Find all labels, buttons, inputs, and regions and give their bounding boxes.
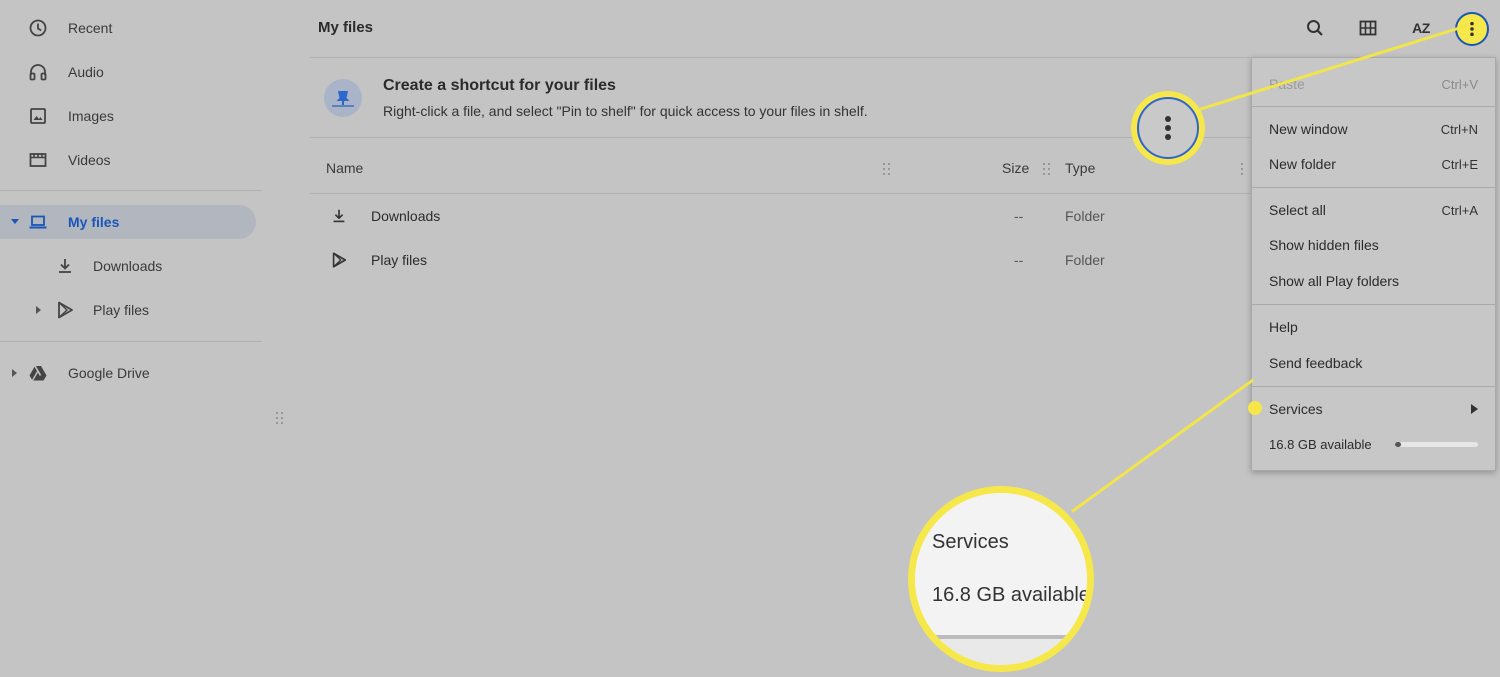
expand-arrow-icon[interactable]: [36, 306, 41, 314]
storage-bar: [1395, 441, 1478, 447]
page-title: My files: [318, 19, 374, 36]
file-type: Folder: [1065, 252, 1105, 268]
sort-az-icon: AZ: [1412, 20, 1430, 36]
header-divider: [310, 57, 1250, 58]
sidebar-item-label: Play files: [93, 302, 150, 318]
sidebar-item-videos[interactable]: Videos: [28, 142, 248, 178]
sidebar-item-images[interactable]: Images: [28, 98, 248, 134]
column-resize-handle[interactable]: [1241, 163, 1249, 175]
callout-dot: [1248, 401, 1262, 415]
menu-item-send-feedback[interactable]: Send feedback: [1269, 353, 1478, 373]
column-resize-handle[interactable]: [883, 163, 891, 175]
zoom-storage-label: 16.8 GB available: [932, 584, 1090, 606]
column-header-size[interactable]: Size: [1002, 160, 1029, 176]
search-button[interactable]: [1302, 15, 1328, 41]
grid-icon: [1359, 20, 1377, 36]
table-row[interactable]: Play files -- Folder: [318, 244, 1250, 278]
column-header-type[interactable]: Type: [1065, 160, 1095, 176]
sidebar-item-google-drive[interactable]: Google Drive: [28, 355, 248, 391]
zoom-callout: Services 16.8 GB available: [908, 486, 1094, 672]
menu-item-show-hidden-files[interactable]: Show hidden files: [1269, 235, 1478, 255]
banner-divider: [310, 137, 1250, 138]
column-header-name[interactable]: Name: [326, 160, 363, 176]
file-size: --: [1014, 208, 1024, 224]
sidebar-item-downloads[interactable]: Downloads: [55, 248, 255, 284]
more-vert-icon: [1470, 21, 1474, 37]
table-header-divider: [310, 193, 1250, 194]
more-vert-icon: [1165, 116, 1171, 140]
headphones-icon: [28, 62, 48, 82]
file-name: Play files: [371, 252, 428, 268]
pin-shelf-icon: [332, 91, 354, 107]
zoom-services-label: Services: [932, 531, 1009, 553]
sidebar-item-label: Google Drive: [68, 365, 150, 381]
expand-arrow-icon[interactable]: [12, 369, 17, 377]
more-options-menu: Paste Ctrl+V New window Ctrl+N New folde…: [1251, 57, 1496, 471]
laptop-icon: [28, 212, 48, 232]
menu-item-show-play-folders[interactable]: Show all Play folders: [1269, 271, 1478, 291]
menu-item-services[interactable]: Services: [1269, 399, 1478, 419]
sidebar-divider: [0, 190, 262, 191]
sidebar-item-label: Videos: [68, 152, 111, 168]
sidebar-item-audio[interactable]: Audio: [28, 54, 248, 90]
sidebar-item-label: Recent: [68, 20, 113, 36]
sidebar-item-label: Audio: [68, 64, 104, 80]
sidebar-divider: [0, 341, 262, 342]
download-icon: [55, 256, 75, 276]
menu-item-new-window[interactable]: New window Ctrl+N: [1269, 119, 1478, 139]
sidebar-item-recent[interactable]: Recent: [28, 10, 248, 46]
menu-item-select-all[interactable]: Select all Ctrl+A: [1269, 200, 1478, 220]
file-type: Folder: [1065, 208, 1105, 224]
drive-icon: [28, 363, 48, 383]
sidebar-item-label: My files: [68, 214, 120, 230]
expand-arrow-icon[interactable]: [11, 219, 19, 224]
film-icon: [28, 150, 48, 170]
file-name: Downloads: [371, 208, 441, 224]
menu-separator: [1252, 386, 1495, 387]
submenu-arrow-icon: [1471, 404, 1478, 414]
download-icon: [333, 209, 345, 223]
menu-separator: [1252, 187, 1495, 188]
menu-separator: [1252, 304, 1495, 305]
image-icon: [28, 106, 48, 126]
callout-line: [1071, 378, 1255, 513]
banner-subtitle: Right-click a file, and select "Pin to s…: [383, 103, 868, 119]
menu-separator: [1252, 106, 1495, 107]
play-store-icon: [55, 300, 75, 320]
sidebar-item-label: Downloads: [93, 258, 163, 274]
clock-icon: [28, 18, 48, 38]
sidebar-item-label: Images: [68, 108, 114, 124]
search-icon: [1307, 20, 1323, 36]
table-row[interactable]: Downloads -- Folder: [318, 200, 1250, 234]
menu-item-help[interactable]: Help: [1269, 317, 1478, 337]
zoom-more-button: [1137, 97, 1199, 159]
callout-ring: [1131, 91, 1205, 165]
banner-title: Create a shortcut for your files: [383, 77, 616, 94]
file-size: --: [1014, 252, 1024, 268]
storage-info: 16.8 GB available: [1269, 434, 1478, 454]
storage-bar-fill: [1395, 441, 1401, 447]
grid-view-button[interactable]: [1355, 15, 1381, 41]
play-store-icon: [332, 252, 347, 268]
column-resize-handle[interactable]: [1043, 163, 1051, 175]
sidebar-resize-handle[interactable]: [276, 412, 284, 424]
menu-item-new-folder[interactable]: New folder Ctrl+E: [1269, 154, 1478, 174]
banner-illustration: [324, 79, 362, 117]
sidebar-item-play-files[interactable]: Play files: [55, 292, 255, 328]
sidebar-item-my-files[interactable]: My files: [0, 205, 256, 239]
